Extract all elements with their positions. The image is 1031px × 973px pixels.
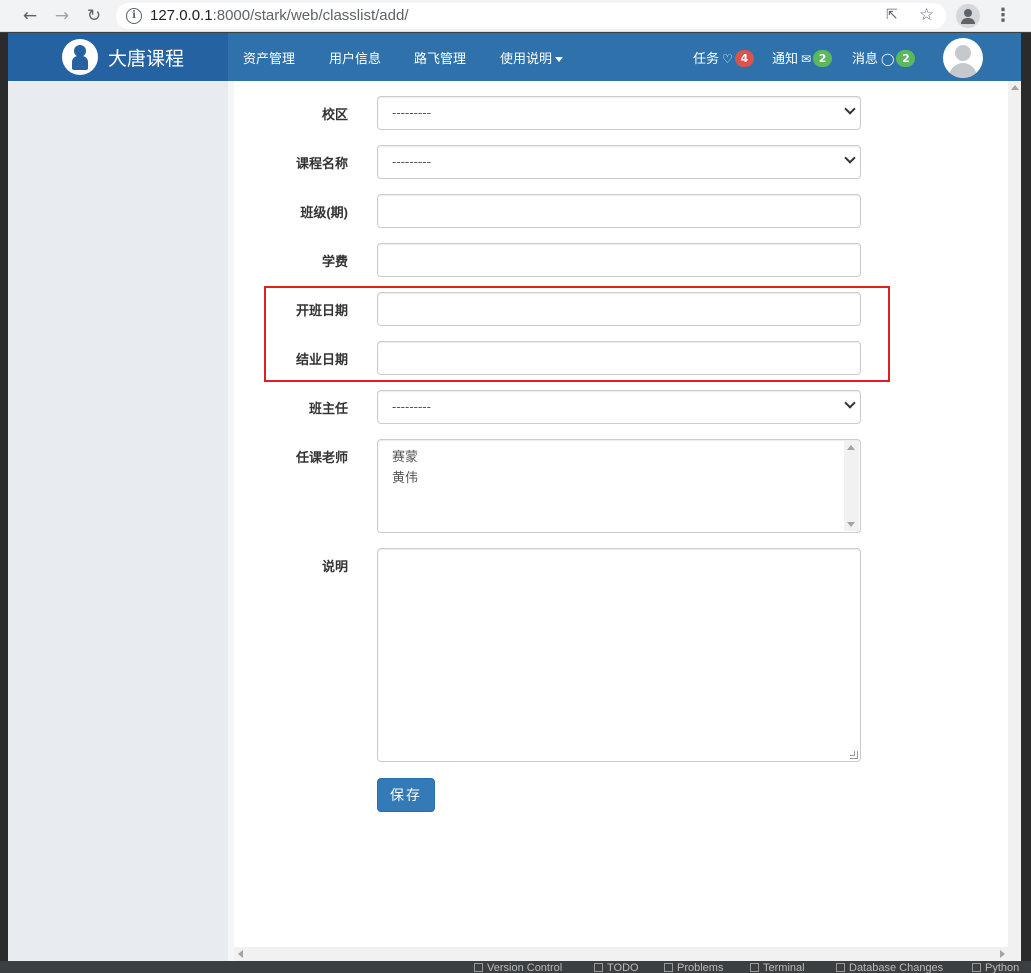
reload-icon[interactable]: ↻ [82, 4, 106, 28]
tasks-count-badge: 4 [734, 50, 754, 67]
menu-item-assets[interactable]: 资产管理 [243, 48, 295, 67]
campus-label: 校区 [321, 107, 348, 122]
content-edge [228, 81, 234, 961]
semester-input[interactable] [377, 194, 861, 228]
notices-count-badge: 2 [813, 50, 833, 67]
ide-problems[interactable]: Problems [664, 962, 723, 973]
ide-status-bar: Version Control TODO Problems Terminal D… [0, 961, 1031, 973]
scrollbar[interactable] [844, 441, 859, 531]
forward-icon[interactable]: → [50, 4, 74, 28]
resize-grip-icon[interactable] [850, 751, 858, 759]
url-text: 127.0.0.1:8000/stark/web/classlist/add/ [150, 7, 409, 24]
campus-select-value: --------- [392, 105, 431, 120]
ide-item-label: Problems [677, 962, 724, 973]
teacher-option[interactable]: 黄伟 [392, 467, 846, 488]
more-menu-icon[interactable]: ⋮ [994, 4, 1012, 28]
brand-title: 大唐课程 [108, 48, 185, 70]
chevron-down-icon [846, 391, 854, 423]
messages-label: 消息 [852, 52, 879, 67]
save-button[interactable]: 保存 [377, 778, 435, 812]
page-vertical-scrollbar[interactable] [1008, 81, 1021, 947]
ide-background-right [1021, 33, 1031, 961]
price-label: 学费 [321, 254, 348, 269]
info-icon[interactable]: i [126, 8, 142, 24]
logo-icon [62, 39, 98, 75]
memo-label: 说明 [321, 559, 348, 574]
ide-python[interactable]: Python [972, 962, 1019, 973]
envelope-icon: ✉ [801, 52, 812, 66]
scroll-left-icon[interactable] [238, 950, 243, 958]
bell-icon: ♡ [722, 52, 733, 66]
bookmark-star-icon[interactable]: ☆ [919, 5, 934, 25]
ide-background-left [0, 33, 8, 961]
course-select-value: --------- [392, 154, 431, 169]
messages-count-badge: 2 [896, 50, 916, 67]
user-avatar[interactable] [943, 38, 983, 78]
scroll-up-icon[interactable] [847, 445, 855, 450]
highlight-box [264, 286, 890, 382]
ide-item-label: TODO [607, 962, 639, 973]
scroll-right-icon[interactable] [1000, 950, 1005, 958]
brand[interactable]: 大唐课程 [8, 33, 228, 81]
memo-textarea[interactable] [377, 548, 861, 762]
menu-item-help-label: 使用说明 [500, 52, 553, 67]
tutor-select-value: --------- [392, 399, 431, 414]
ide-item-label: Python [985, 962, 1020, 973]
top-navbar: 大唐课程 资产管理 用户信息 路飞管理 使用说明 任务 ♡ 4 通知 ✉ 2 消息 ◯ 2 [8, 33, 1021, 81]
warning-icon [664, 963, 673, 972]
menu-item-users[interactable]: 用户信息 [329, 48, 381, 67]
notices-link[interactable]: 通知 ✉ 2 [772, 48, 833, 67]
database-icon [836, 963, 845, 972]
course-select[interactable]: --------- [377, 145, 861, 179]
ide-database-changes[interactable]: Database Changes [836, 962, 943, 973]
tasks-label: 任务 [693, 52, 720, 67]
menu-item-luffy[interactable]: 路飞管理 [414, 48, 466, 67]
chevron-down-icon [846, 146, 854, 178]
vcs-icon [474, 963, 483, 972]
ide-version-control[interactable]: Version Control [474, 962, 562, 973]
scroll-up-icon[interactable] [1011, 85, 1019, 90]
browser-toolbar: ← → ↻ i 127.0.0.1:8000/stark/web/classli… [0, 0, 1031, 32]
ide-todo[interactable]: TODO [594, 962, 639, 973]
share-icon[interactable]: ⇱ [886, 7, 898, 23]
comment-icon: ◯ [881, 52, 895, 66]
price-input[interactable] [377, 243, 861, 277]
campus-select[interactable]: --------- [377, 96, 861, 130]
messages-link[interactable]: 消息 ◯ 2 [852, 48, 916, 67]
python-icon [972, 963, 981, 972]
back-icon[interactable]: ← [18, 4, 42, 28]
ide-item-label: Version Control [487, 962, 563, 973]
tutor-label: 班主任 [308, 401, 348, 416]
address-bar[interactable]: i 127.0.0.1:8000/stark/web/classlist/add… [116, 3, 946, 29]
tasks-link[interactable]: 任务 ♡ 4 [693, 48, 754, 67]
notices-label: 通知 [772, 52, 799, 67]
ide-terminal[interactable]: Terminal [750, 962, 805, 973]
profile-icon[interactable] [956, 4, 980, 28]
teachers-multiselect[interactable]: 赛蒙 黄伟 [377, 439, 861, 533]
tutor-select[interactable]: --------- [377, 390, 861, 424]
chevron-down-icon [846, 97, 854, 129]
ide-item-label: Terminal [763, 962, 805, 973]
teacher-option[interactable]: 赛蒙 [392, 446, 846, 467]
semester-label: 班级(期) [300, 205, 348, 220]
page-viewport: 大唐课程 资产管理 用户信息 路飞管理 使用说明 任务 ♡ 4 通知 ✉ 2 消息 ◯ 2 … [8, 33, 1021, 961]
menu-item-help[interactable]: 使用说明 [500, 48, 564, 67]
course-label: 课程名称 [295, 156, 348, 171]
teachers-label: 任课老师 [295, 450, 348, 465]
sidebar [8, 81, 228, 961]
scroll-down-icon[interactable] [847, 522, 855, 527]
terminal-icon [750, 963, 759, 972]
page-horizontal-scrollbar[interactable] [234, 947, 1021, 961]
caret-down-icon [555, 57, 564, 62]
list-icon [594, 963, 603, 972]
ide-item-label: Database Changes [849, 962, 944, 973]
